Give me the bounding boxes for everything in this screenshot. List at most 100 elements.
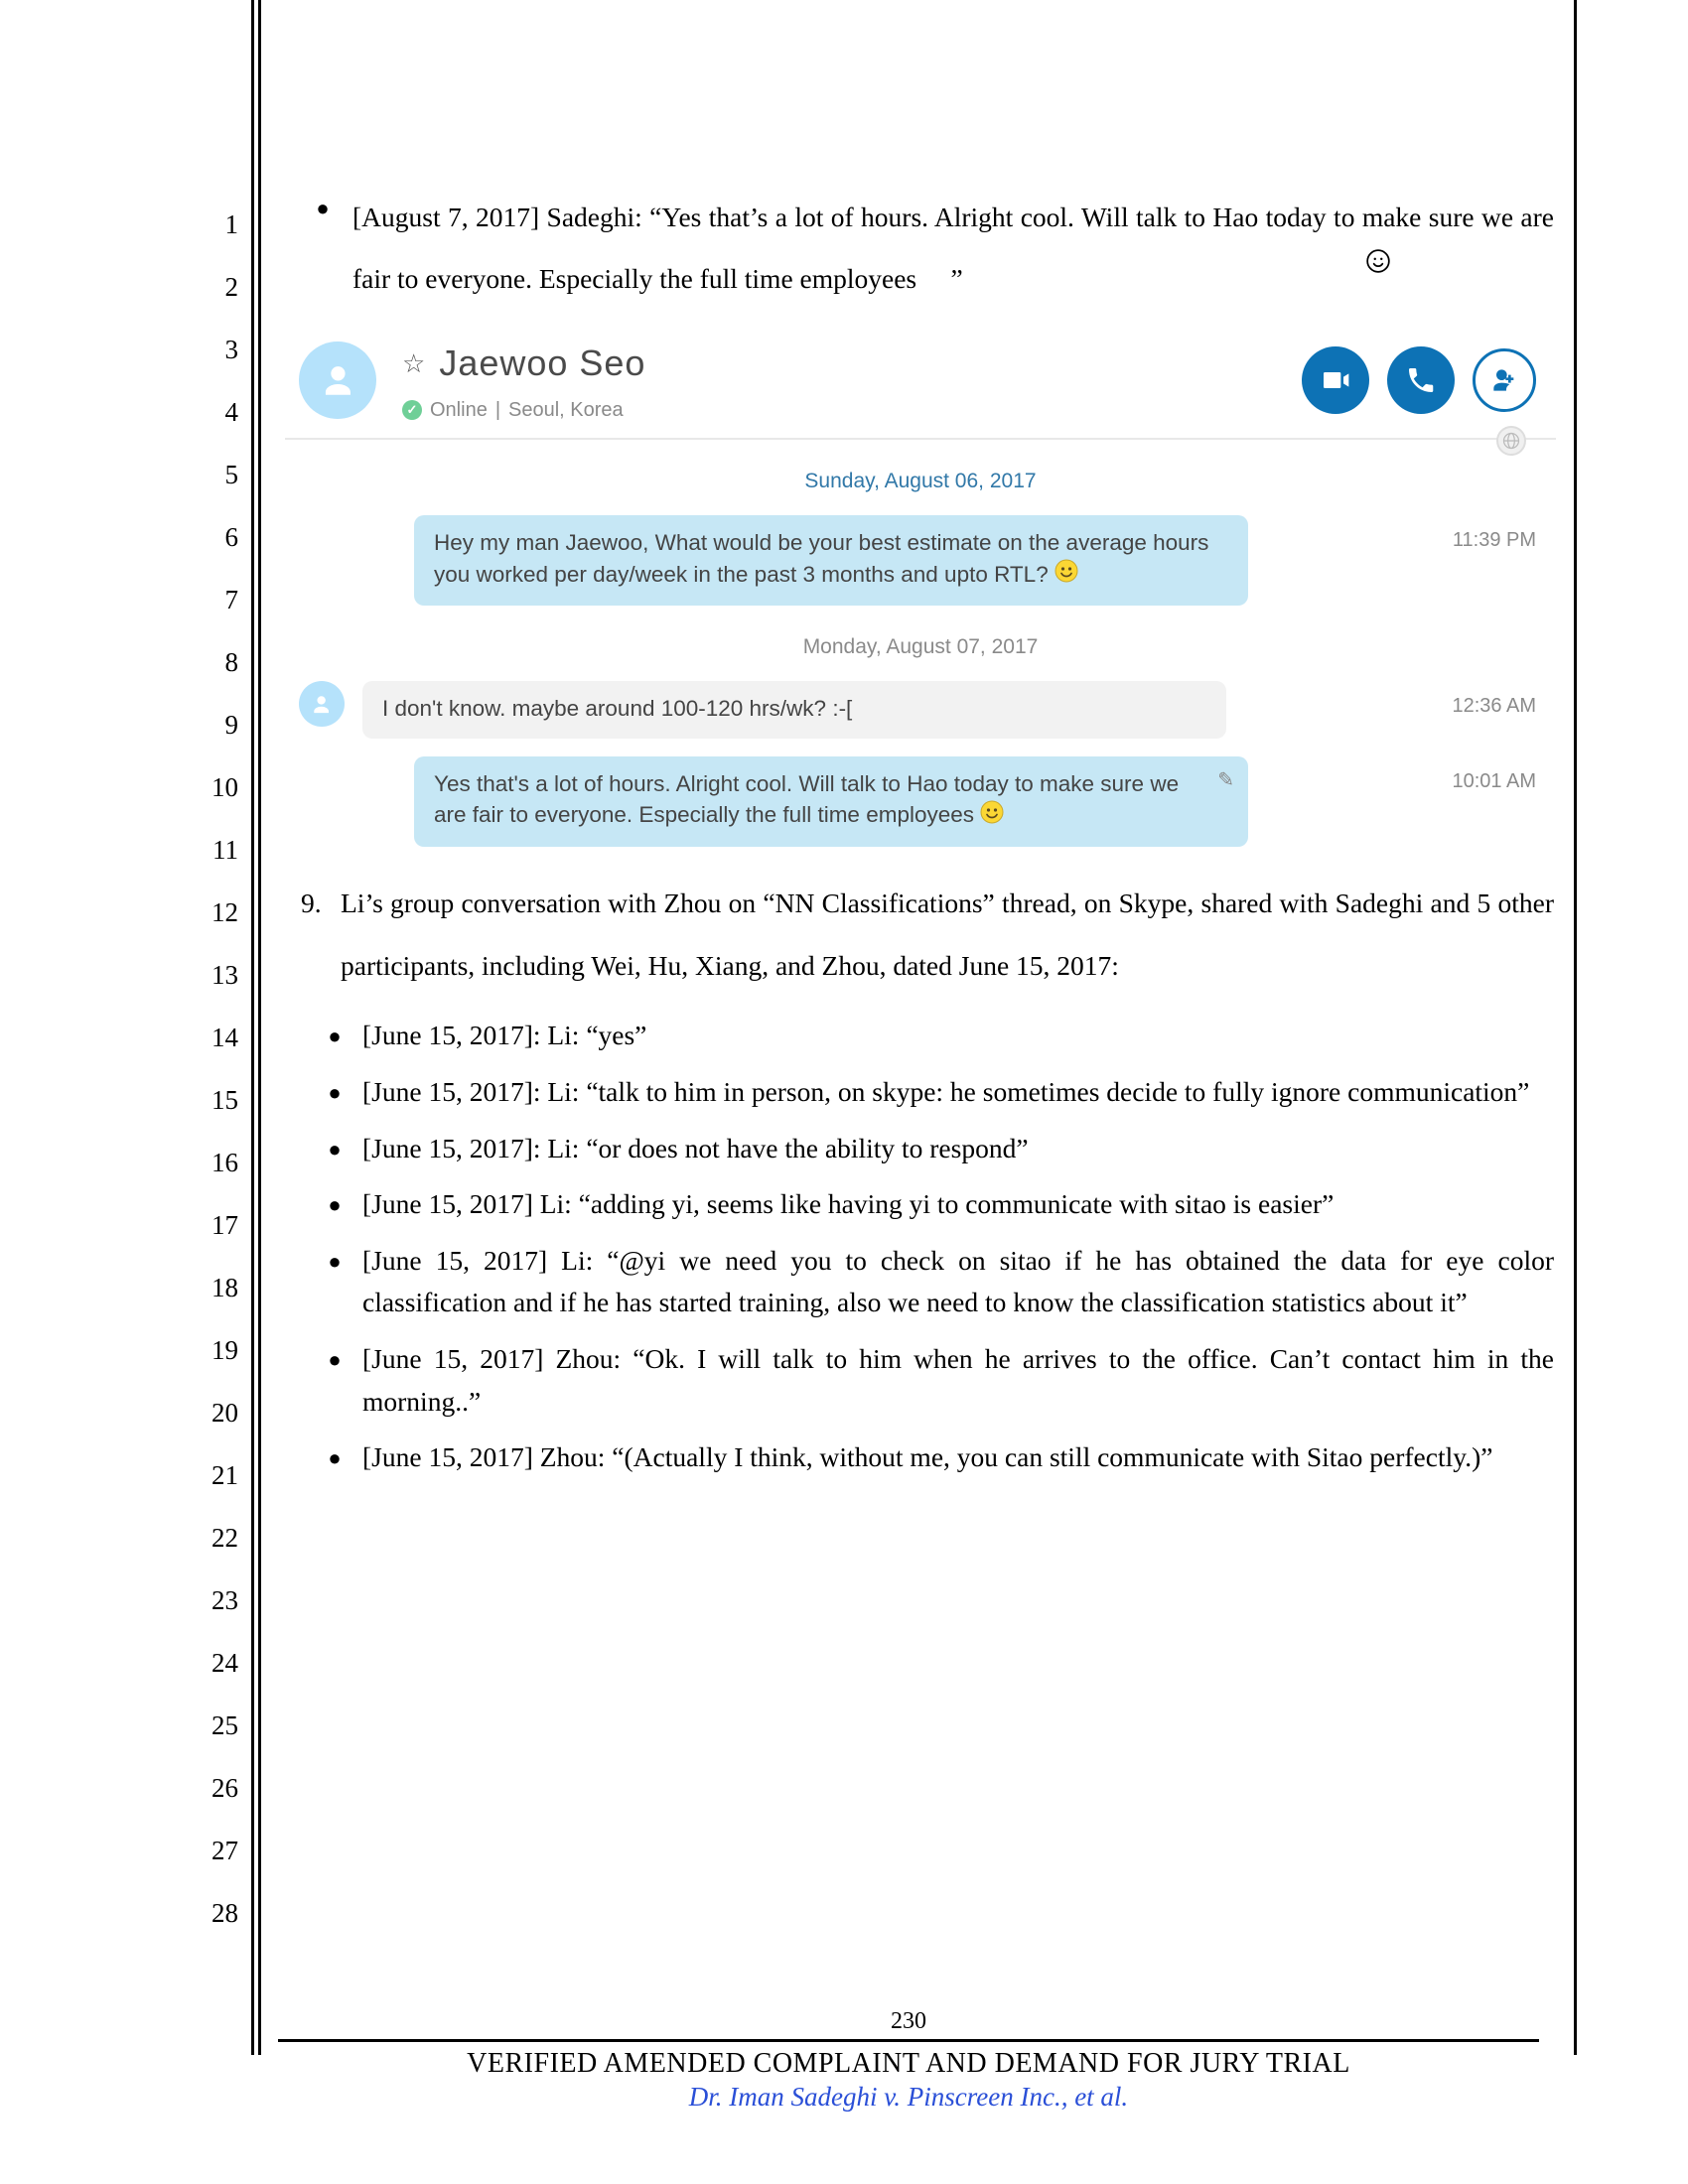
message-timestamp: 12:36 AM [1432,681,1556,722]
line-number: 18 [179,1257,238,1319]
line-number: 28 [179,1882,238,1945]
message-row-outgoing: Hey my man Jaewoo, What would be your be… [285,515,1556,606]
date-separator: Monday, August 07, 2017 [285,631,1556,664]
bullet-text: [June 15, 2017] Li: “@yi we need you to … [362,1240,1554,1324]
bullet-marker: ● [307,1338,362,1423]
line-number: 2 [179,256,238,319]
line-number: 20 [179,1382,238,1444]
line-number: 24 [179,1632,238,1695]
smile-emoji-icon [980,800,1004,833]
bullet-item: ● [June 15, 2017] Zhou: “(Actually I thi… [307,1436,1554,1479]
page-number: 230 [278,2008,1539,2035]
line-number: 10 [179,756,238,819]
bullet-item: ● [June 15, 2017]: Li: “or does not have… [307,1128,1554,1170]
message-row-incoming: I don't know. maybe around 100-120 hrs/w… [285,681,1556,739]
bullet-text: [June 15, 2017] Li: “adding yi, seems li… [362,1183,1554,1226]
line-number: 13 [179,944,238,1007]
line-number: 27 [179,1820,238,1882]
bullet-text: [June 15, 2017] Zhou: “Ok. I will talk t… [362,1338,1554,1423]
line-number: 8 [179,631,238,694]
page-footer: 230 VERIFIED AMENDED COMPLAINT AND DEMAN… [278,2008,1539,2113]
bullet-marker: ● [307,1128,362,1170]
smile-icon [1365,234,1391,296]
bullet-text: [June 15, 2017]: Li: “or does not have t… [362,1128,1554,1170]
avatar-icon[interactable] [299,681,345,727]
paragraph-number: 9. [293,872,341,998]
line-number-gutter: 1 2 3 4 5 6 7 8 9 10 11 12 13 14 15 16 1… [179,194,238,1945]
message-timestamp: 10:01 AM [1432,756,1556,797]
pleading-rule-left-1 [251,0,254,2055]
paragraph-text: Li’s group conversation with Zhou on “NN… [341,872,1554,998]
bullet-marker: ● [307,1015,362,1057]
bullet-item: ● [June 15, 2017] Li: “@yi we need you t… [307,1240,1554,1324]
add-contact-button[interactable] [1473,348,1536,412]
line-number: 19 [179,1319,238,1382]
message-row-outgoing: Yes that's a lot of hours. Alright cool.… [285,756,1556,847]
bullet-marker: ● [307,1071,362,1114]
bullet-item: ● [June 15, 2017]: Li: “talk to him in p… [307,1071,1554,1114]
line-number: 25 [179,1695,238,1757]
bullet-marker: ● [307,1436,362,1479]
numbered-paragraph: 9. Li’s group conversation with Zhou on … [293,872,1554,998]
line-number: 17 [179,1194,238,1257]
message-bubble[interactable]: Hey my man Jaewoo, What would be your be… [414,515,1248,606]
line-number: 22 [179,1507,238,1570]
bullet-marker: ● [307,1183,362,1226]
line-number: 4 [179,381,238,444]
audio-call-button[interactable] [1387,346,1455,414]
date-separator: Sunday, August 06, 2017 [285,466,1556,498]
video-call-button[interactable] [1302,346,1369,414]
smile-emoji-icon [1055,559,1078,592]
header-actions [1302,346,1536,414]
bullet-item: ● [June 15, 2017] Zhou: “Ok. I will talk… [307,1338,1554,1423]
footer-rule [278,2039,1539,2042]
footer-case: Dr. Iman Sadeghi v. Pinscreen Inc., et a… [278,2082,1539,2113]
bullet-text: [June 15, 2017]: Li: “yes” [362,1015,1554,1057]
skype-header: ☆ Jaewoo Seo ✓ Online | Seoul, Korea [285,324,1556,440]
message-bubble[interactable]: I don't know. maybe around 100-120 hrs/w… [362,681,1226,739]
bullet-item: ● [June 15, 2017]: Li: “yes” [307,1015,1554,1057]
bullet-item: ● [June 15, 2017] Li: “adding yi, seems … [307,1183,1554,1226]
bullet-text: [August 7, 2017] Sadeghi: “Yes that’s a … [352,187,1554,310]
star-icon[interactable]: ☆ [402,343,425,383]
line-number: 23 [179,1570,238,1632]
presence-online-icon: ✓ [402,400,422,420]
line-number: 16 [179,1132,238,1194]
line-number: 1 [179,194,238,256]
globe-icon[interactable] [1496,426,1526,456]
message-text: I don't know. maybe around 100-120 hrs/w… [382,696,852,721]
line-number: 6 [179,506,238,569]
pleading-rule-right [1574,0,1577,2055]
bullet-text: [June 15, 2017]: Li: “talk to him in per… [362,1071,1554,1114]
message-timestamp: 11:39 PM [1433,515,1556,556]
line-number: 7 [179,569,238,631]
bullet-marker: ● [307,1240,362,1324]
sub-bullet-list: ● [June 15, 2017]: Li: “yes” ● [June 15,… [307,1015,1554,1479]
avatar-icon[interactable] [299,341,376,419]
separator: | [495,395,500,426]
contact-info: ☆ Jaewoo Seo ✓ Online | Seoul, Korea [402,336,645,426]
line-number: 21 [179,1444,238,1507]
line-number: 26 [179,1757,238,1820]
message-text: Hey my man Jaewoo, What would be your be… [434,530,1208,587]
message-text: Yes that's a lot of hours. Alright cool.… [434,771,1179,828]
line-number: 3 [179,319,238,381]
line-number: 11 [179,819,238,882]
bullet-item: ● [August 7, 2017] Sadeghi: “Yes that’s … [293,187,1554,310]
line-number: 14 [179,1007,238,1069]
message-bubble[interactable]: Yes that's a lot of hours. Alright cool.… [414,756,1248,847]
line-number: 5 [179,444,238,506]
line-number: 12 [179,882,238,944]
bullet-marker: ● [293,187,352,310]
contact-name[interactable]: Jaewoo Seo [439,336,645,391]
document-body: ● [August 7, 2017] Sadeghi: “Yes that’s … [293,179,1554,1493]
status-text: Online [430,395,488,426]
edited-icon: ✎ [1217,766,1234,794]
pleading-rule-left-2 [258,0,261,2055]
skype-screenshot: ☆ Jaewoo Seo ✓ Online | Seoul, Korea [285,324,1556,847]
location-text: Seoul, Korea [508,395,624,426]
line-number: 15 [179,1069,238,1132]
line-number: 9 [179,694,238,756]
bullet-text: [June 15, 2017] Zhou: “(Actually I think… [362,1436,1554,1479]
footer-title: VERIFIED AMENDED COMPLAINT AND DEMAND FO… [278,2048,1539,2080]
